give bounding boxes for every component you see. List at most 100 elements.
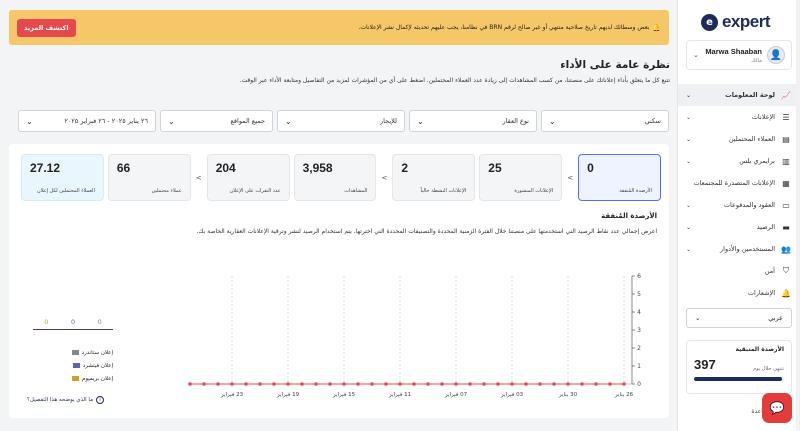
data-point	[412, 382, 416, 386]
scrollbar[interactable]	[796, 0, 800, 431]
data-point	[608, 382, 612, 386]
data-point	[594, 382, 598, 386]
user-menu[interactable]: 👤 Marwa Shaaban مالك ⌄	[686, 40, 792, 70]
brn-alert-banner: 🔔 بعض وسطائك لديهم تاريخ صلاحية منتهي أو…	[9, 10, 669, 45]
legend-label: إعلان ستاندرد	[81, 349, 113, 356]
legend-item[interactable]: إعلان بريميوم	[23, 372, 113, 385]
stat-card[interactable]: 25 الإعلانات المنشورة	[479, 154, 563, 201]
data-point	[384, 382, 388, 386]
date-range-select[interactable]: ٢٦ يناير ٢٠٢٥ - ٢٦ فبراير ٢٠٢٥ ⌄	[18, 110, 156, 132]
y-tick-label: 0	[637, 381, 641, 388]
location-select[interactable]: جميع المواقع ⌄	[160, 110, 273, 132]
stat-card[interactable]: 0 الأرصدة المُنفقة	[578, 154, 661, 201]
credit-card-icon: ▬	[782, 222, 790, 232]
balance-progress-fill	[694, 377, 783, 381]
stat-label: العملاء المحتملين لكل إعلان	[37, 188, 95, 194]
filter-bar: سكني ⌄ نوع العقار ⌄ للإيجار ⌄ جميع المواقع ⌄ ٢٦ …	[9, 110, 669, 132]
legend-counts: 0 0 0	[33, 318, 113, 330]
info-icon: i	[96, 396, 105, 404]
legend-help-link[interactable]: i ما الذي يوضحه هذا التفصيل؟	[27, 396, 105, 404]
filter-value: نوع العقار	[502, 117, 529, 125]
sidebar-item-label: الإشعارات	[747, 289, 775, 297]
chevron-down-icon: ⌄	[686, 157, 692, 165]
filter-value: ٢٦ يناير ٢٠٢٥ - ٢٦ فبراير ٢٠٢٥	[64, 117, 148, 125]
language-select[interactable]: عربي ⌄	[686, 308, 792, 328]
sidebar-item[interactable]: ▥ برايمري بلس ⌄	[678, 150, 800, 172]
sidebar-nav: 📈 لوحة المعلومات ⌄ ☰ الإعلانات ⌄ ▤ العملاء المح…	[678, 84, 800, 304]
data-point	[440, 382, 444, 386]
data-point	[188, 382, 192, 386]
y-tick-label: 2	[637, 345, 641, 352]
stat-card[interactable]: 27.12 العملاء المحتملين لكل إعلان	[20, 154, 104, 201]
data-point	[314, 382, 318, 386]
y-tick-label: 6	[637, 273, 641, 280]
balance-expire: تنتهي خلال يوم	[753, 366, 784, 372]
data-point	[622, 382, 626, 386]
legend-help-label: ما الذي يوضحه هذا التفصيل؟	[27, 397, 94, 403]
chevron-down-icon: ⌄	[686, 245, 692, 253]
sidebar-item[interactable]: ▤ العملاء المحتملين ⌄	[678, 128, 800, 150]
sidebar-item-label: العملاء المحتملين	[728, 135, 775, 143]
credits-chart-svg: 26 يناير 30 يناير 03 فبراير 07 فبراير 11 فبر…	[188, 273, 641, 398]
chevron-down-icon: ⌄	[686, 135, 692, 143]
chevron-down-icon: ⌄	[549, 116, 556, 126]
sidebar-item[interactable]: ▬ الرصيد ⌄	[678, 216, 800, 238]
legend-label: إعلان فيتشرد	[82, 362, 113, 369]
sidebar-item[interactable]: 📈 لوحة المعلومات ⌄	[678, 84, 800, 106]
listing-purpose-select[interactable]: للإيجار ⌄	[277, 110, 405, 132]
discover-more-button[interactable]: اكتشف المزيد	[17, 18, 76, 37]
data-point	[552, 382, 556, 386]
data-point	[300, 382, 304, 386]
property-type-select[interactable]: نوع العقار ⌄	[409, 110, 537, 132]
list-icon: ☰	[782, 112, 790, 122]
chevron-down-icon: ⌄	[26, 116, 33, 126]
stat-card[interactable]: 204 عدد النقرات على الإعلان	[206, 154, 290, 201]
sidebar-item-label: برايمري بلس	[739, 157, 775, 165]
sidebar-item-label: الرصيد	[756, 223, 775, 231]
y-tick-label: 1	[637, 363, 641, 370]
data-point	[370, 382, 374, 386]
sidebar-item[interactable]: 👥 المستخدمين والأدوار ⌄	[678, 238, 800, 260]
chevron-down-icon: ⌄	[693, 51, 699, 59]
legend-item[interactable]: إعلان فيتشرد	[23, 359, 113, 372]
stat-card[interactable]: 3,958 المشاهدات	[293, 154, 377, 201]
clipboard-icon: ▤	[782, 134, 790, 144]
legend-item[interactable]: إعلان ستاندرد	[23, 346, 113, 359]
data-point	[398, 382, 402, 386]
balance-card: الأرصدة المتبقية تنتهي خلال يوم 397	[686, 340, 792, 394]
data-point	[538, 382, 542, 386]
sidebar-item-label: الإعلانات	[751, 113, 775, 121]
stat-card[interactable]: 66 عملاء محتملين	[107, 154, 191, 201]
legend-count: 0	[44, 318, 49, 326]
stat-value: 204	[215, 161, 236, 175]
section-description: اعرض إجمالي عدد نقاط الرصيد التي استخدمت…	[196, 228, 657, 235]
sidebar-item[interactable]: ▦ الإعلانات المتصدرة للمجتمعات	[678, 172, 800, 194]
balance-title: الأرصدة المتبقية	[735, 346, 784, 353]
grid-icon: ▦	[782, 178, 790, 188]
chat-button[interactable]: 💬	[762, 393, 792, 423]
sidebar-item[interactable]: ▭ العقود والمدفوعات ⌄	[678, 194, 800, 216]
language-value: عربي	[768, 314, 783, 322]
stat-value: 25	[488, 161, 502, 175]
chevron-down-icon: ⌄	[695, 314, 701, 322]
x-tick-label: 19 فبراير	[276, 392, 300, 398]
stat-value: 3,958	[302, 161, 333, 175]
sidebar-item[interactable]: 🔔 الإشعارات	[678, 282, 800, 304]
sidebar-item[interactable]: ⛉ أمن	[678, 260, 800, 282]
balance-value: 397	[694, 357, 716, 372]
x-tick-label: 07 فبراير	[444, 392, 468, 398]
legend-swatch	[71, 376, 79, 381]
data-point	[468, 382, 472, 386]
sidebar-item-label: أمن	[764, 267, 775, 275]
data-point	[580, 382, 584, 386]
sidebar-item-label: المستخدمين والأدوار	[720, 245, 775, 253]
avatar-icon: 👤	[767, 46, 785, 64]
data-point	[496, 382, 500, 386]
data-point	[510, 382, 514, 386]
brand-logo[interactable]: e expert	[700, 12, 771, 32]
sidebar-item-label: الإعلانات المتصدرة للمجتمعات	[693, 179, 775, 187]
sidebar-item[interactable]: ☰ الإعلانات ⌄	[678, 106, 800, 128]
stat-card[interactable]: 2 الإعلانات النشطة حالياً	[392, 154, 476, 201]
property-category-select[interactable]: سكني ⌄	[541, 110, 669, 132]
x-tick-label: 15 فبراير	[332, 392, 356, 398]
